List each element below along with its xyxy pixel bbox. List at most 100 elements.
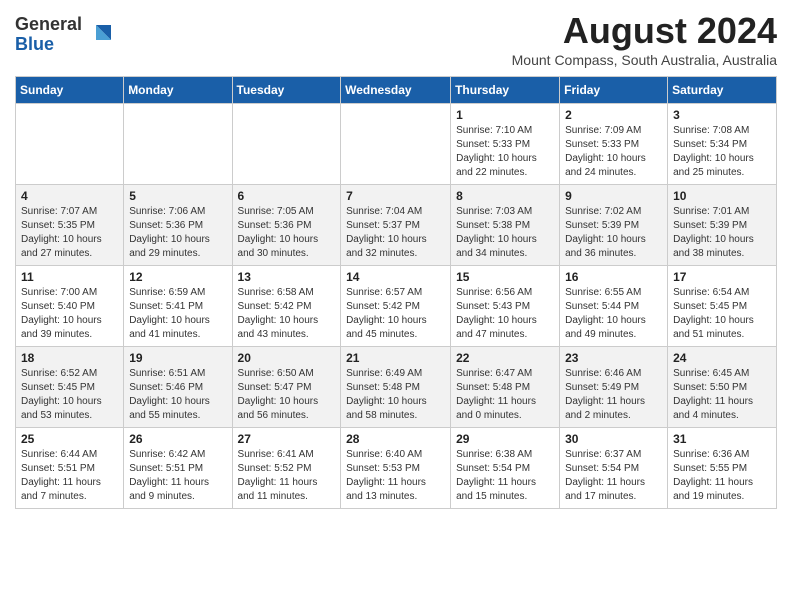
day-info: Sunrise: 6:57 AM Sunset: 5:42 PM Dayligh…: [346, 286, 445, 342]
day-info: Sunrise: 7:00 AM Sunset: 5:40 PM Dayligh…: [21, 286, 118, 342]
day-info: Sunrise: 7:09 AM Sunset: 5:33 PM Dayligh…: [565, 124, 662, 180]
day-info: Sunrise: 6:38 AM Sunset: 5:54 PM Dayligh…: [456, 448, 554, 504]
calendar-cell: 12Sunrise: 6:59 AM Sunset: 5:41 PM Dayli…: [124, 266, 232, 347]
day-number: 7: [346, 189, 445, 203]
day-info: Sunrise: 7:06 AM Sunset: 5:36 PM Dayligh…: [129, 205, 226, 261]
logo-blue: Blue: [15, 35, 82, 55]
weekday-header-tuesday: Tuesday: [232, 77, 341, 104]
calendar-week-5: 25 Sunrise: 6:44 AM Sunset: 5:51 PM Dayli…: [16, 428, 777, 509]
weekday-header-monday: Monday: [124, 77, 232, 104]
calendar-cell: 25 Sunrise: 6:44 AM Sunset: 5:51 PM Dayli…: [16, 428, 124, 509]
day-number: 22: [456, 351, 554, 365]
calendar-week-1: 1 Sunrise: 7:10 AM Sunset: 5:33 PM Daylig…: [16, 104, 777, 185]
calendar-cell: 23Sunrise: 6:46 AM Sunset: 5:49 PM Dayli…: [560, 347, 668, 428]
weekday-header-row: SundayMondayTuesdayWednesdayThursdayFrid…: [16, 77, 777, 104]
day-info: Sunrise: 7:01 AM Sunset: 5:39 PM Dayligh…: [673, 205, 771, 261]
day-number: 14: [346, 270, 445, 284]
day-info: Sunrise: 6:44 AM Sunset: 5:51 PM Dayligh…: [21, 448, 118, 504]
day-info: Sunrise: 6:37 AM Sunset: 5:54 PM Dayligh…: [565, 448, 662, 504]
calendar-cell: 4 Sunrise: 7:07 AM Sunset: 5:35 PM Daylig…: [16, 185, 124, 266]
calendar-week-2: 4 Sunrise: 7:07 AM Sunset: 5:35 PM Daylig…: [16, 185, 777, 266]
logo-general: General: [15, 15, 82, 35]
calendar-cell: 6 Sunrise: 7:05 AM Sunset: 5:36 PM Daylig…: [232, 185, 341, 266]
day-info: Sunrise: 6:56 AM Sunset: 5:43 PM Dayligh…: [456, 286, 554, 342]
day-number: 30: [565, 432, 662, 446]
calendar-cell: 19 Sunrise: 6:51 AM Sunset: 5:46 PM Dayli…: [124, 347, 232, 428]
day-number: 3: [673, 108, 771, 122]
calendar-table: SundayMondayTuesdayWednesdayThursdayFrid…: [15, 76, 777, 509]
calendar-cell: 10 Sunrise: 7:01 AM Sunset: 5:39 PM Dayli…: [668, 185, 777, 266]
weekday-header-sunday: Sunday: [16, 77, 124, 104]
day-number: 28: [346, 432, 445, 446]
day-number: 20: [238, 351, 336, 365]
day-number: 1: [456, 108, 554, 122]
day-info: Sunrise: 6:36 AM Sunset: 5:55 PM Dayligh…: [673, 448, 771, 504]
day-info: Sunrise: 6:49 AM Sunset: 5:48 PM Dayligh…: [346, 367, 445, 423]
day-number: 19: [129, 351, 226, 365]
location-subtitle: Mount Compass, South Australia, Australi…: [512, 52, 777, 68]
calendar-cell: 21 Sunrise: 6:49 AM Sunset: 5:48 PM Dayli…: [341, 347, 451, 428]
calendar-cell: 14 Sunrise: 6:57 AM Sunset: 5:42 PM Dayli…: [341, 266, 451, 347]
day-number: 31: [673, 432, 771, 446]
calendar-cell: 30 Sunrise: 6:37 AM Sunset: 5:54 PM Dayli…: [560, 428, 668, 509]
calendar-cell: 5Sunrise: 7:06 AM Sunset: 5:36 PM Daylig…: [124, 185, 232, 266]
day-number: 8: [456, 189, 554, 203]
day-number: 12: [129, 270, 226, 284]
month-year-title: August 2024: [512, 10, 777, 52]
calendar-cell: 7 Sunrise: 7:04 AM Sunset: 5:37 PM Daylig…: [341, 185, 451, 266]
calendar-cell: 1 Sunrise: 7:10 AM Sunset: 5:33 PM Daylig…: [451, 104, 560, 185]
day-number: 17: [673, 270, 771, 284]
calendar-cell: 16Sunrise: 6:55 AM Sunset: 5:44 PM Dayli…: [560, 266, 668, 347]
weekday-header-friday: Friday: [560, 77, 668, 104]
calendar-cell: 15Sunrise: 6:56 AM Sunset: 5:43 PM Dayli…: [451, 266, 560, 347]
calendar-week-4: 18Sunrise: 6:52 AM Sunset: 5:45 PM Dayli…: [16, 347, 777, 428]
calendar-cell: 13Sunrise: 6:58 AM Sunset: 5:42 PM Dayli…: [232, 266, 341, 347]
day-number: 11: [21, 270, 118, 284]
calendar-cell: 29 Sunrise: 6:38 AM Sunset: 5:54 PM Dayli…: [451, 428, 560, 509]
calendar-cell: [341, 104, 451, 185]
day-info: Sunrise: 6:51 AM Sunset: 5:46 PM Dayligh…: [129, 367, 226, 423]
day-info: Sunrise: 6:41 AM Sunset: 5:52 PM Dayligh…: [238, 448, 336, 504]
logo: General Blue: [15, 15, 116, 55]
day-info: Sunrise: 6:47 AM Sunset: 5:48 PM Dayligh…: [456, 367, 554, 423]
logo-icon: [86, 20, 116, 50]
weekday-header-wednesday: Wednesday: [341, 77, 451, 104]
calendar-cell: [16, 104, 124, 185]
day-info: Sunrise: 6:42 AM Sunset: 5:51 PM Dayligh…: [129, 448, 226, 504]
day-info: Sunrise: 7:10 AM Sunset: 5:33 PM Dayligh…: [456, 124, 554, 180]
day-number: 29: [456, 432, 554, 446]
day-info: Sunrise: 7:04 AM Sunset: 5:37 PM Dayligh…: [346, 205, 445, 261]
calendar-week-3: 11 Sunrise: 7:00 AM Sunset: 5:40 PM Dayli…: [16, 266, 777, 347]
calendar-cell: 17 Sunrise: 6:54 AM Sunset: 5:45 PM Dayli…: [668, 266, 777, 347]
calendar-cell: 11 Sunrise: 7:00 AM Sunset: 5:40 PM Dayli…: [16, 266, 124, 347]
calendar-cell: 2 Sunrise: 7:09 AM Sunset: 5:33 PM Daylig…: [560, 104, 668, 185]
day-number: 25: [21, 432, 118, 446]
day-info: Sunrise: 6:50 AM Sunset: 5:47 PM Dayligh…: [238, 367, 336, 423]
day-number: 21: [346, 351, 445, 365]
weekday-header-thursday: Thursday: [451, 77, 560, 104]
weekday-header-saturday: Saturday: [668, 77, 777, 104]
day-info: Sunrise: 7:08 AM Sunset: 5:34 PM Dayligh…: [673, 124, 771, 180]
calendar-cell: 8Sunrise: 7:03 AM Sunset: 5:38 PM Daylig…: [451, 185, 560, 266]
day-number: 2: [565, 108, 662, 122]
calendar-cell: 31 Sunrise: 6:36 AM Sunset: 5:55 PM Dayli…: [668, 428, 777, 509]
day-info: Sunrise: 6:58 AM Sunset: 5:42 PM Dayligh…: [238, 286, 336, 342]
day-number: 24: [673, 351, 771, 365]
day-info: Sunrise: 7:05 AM Sunset: 5:36 PM Dayligh…: [238, 205, 336, 261]
calendar-cell: 24Sunrise: 6:45 AM Sunset: 5:50 PM Dayli…: [668, 347, 777, 428]
title-area: August 2024 Mount Compass, South Austral…: [512, 10, 777, 68]
day-info: Sunrise: 6:54 AM Sunset: 5:45 PM Dayligh…: [673, 286, 771, 342]
calendar-cell: 20 Sunrise: 6:50 AM Sunset: 5:47 PM Dayli…: [232, 347, 341, 428]
day-info: Sunrise: 6:40 AM Sunset: 5:53 PM Dayligh…: [346, 448, 445, 504]
day-info: Sunrise: 7:07 AM Sunset: 5:35 PM Dayligh…: [21, 205, 118, 261]
day-number: 18: [21, 351, 118, 365]
day-info: Sunrise: 7:02 AM Sunset: 5:39 PM Dayligh…: [565, 205, 662, 261]
day-number: 10: [673, 189, 771, 203]
calendar-cell: 9Sunrise: 7:02 AM Sunset: 5:39 PM Daylig…: [560, 185, 668, 266]
day-number: 27: [238, 432, 336, 446]
calendar-cell: [124, 104, 232, 185]
calendar-cell: [232, 104, 341, 185]
day-info: Sunrise: 6:55 AM Sunset: 5:44 PM Dayligh…: [565, 286, 662, 342]
day-number: 4: [21, 189, 118, 203]
day-number: 6: [238, 189, 336, 203]
